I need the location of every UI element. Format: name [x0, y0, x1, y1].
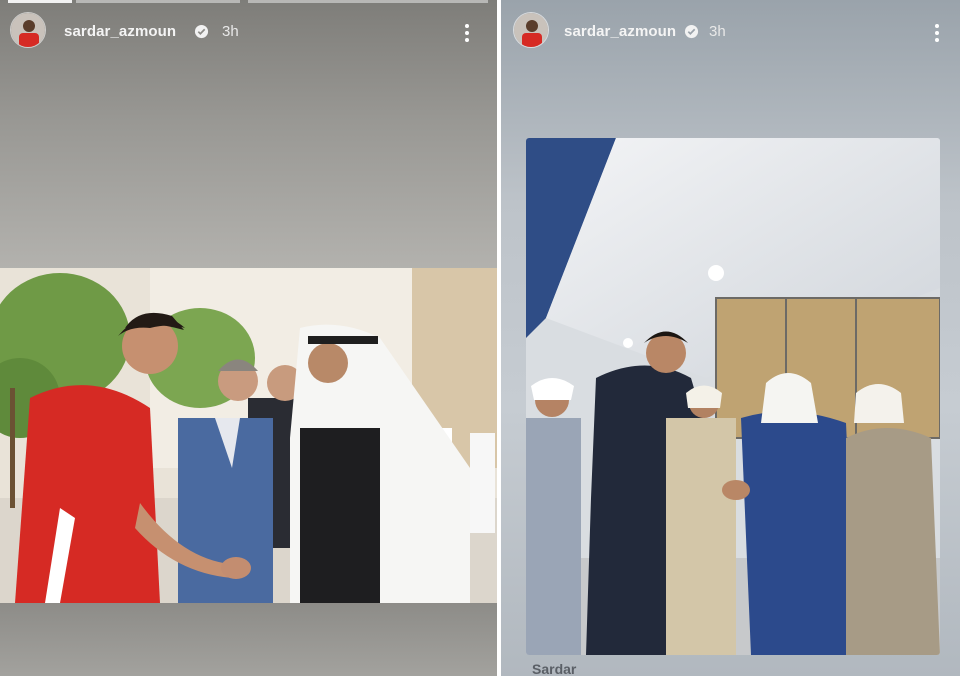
story-progress-segment	[248, 0, 488, 3]
story-panel-left[interactable]: sardar_azmoun 3h	[0, 0, 497, 676]
profile-avatar[interactable]	[10, 12, 46, 48]
more-vertical-icon[interactable]	[929, 22, 945, 44]
story-bottom-area	[0, 603, 497, 676]
verified-badge-icon	[684, 24, 699, 39]
more-vertical-icon[interactable]	[459, 22, 475, 44]
story-username[interactable]: sardar_azmoun	[564, 23, 676, 40]
story-photo	[0, 268, 497, 603]
story-progress-segment-done	[8, 0, 72, 3]
story-caption: Sardar	[532, 661, 577, 676]
story-timestamp: 3h	[709, 23, 726, 40]
panel-divider	[497, 0, 501, 676]
story-header: sardar_azmoun 3h	[0, 9, 497, 48]
profile-avatar[interactable]	[513, 12, 549, 48]
story-username[interactable]: sardar_azmoun	[64, 23, 176, 40]
story-timestamp: 3h	[222, 23, 239, 40]
story-progress-segment	[76, 0, 240, 3]
verified-badge-icon	[194, 24, 209, 39]
story-header: sardar_azmoun 3h	[501, 9, 960, 48]
story-panel-right[interactable]: sardar_azmoun 3h Sardar	[501, 0, 960, 676]
story-photo	[526, 138, 940, 655]
